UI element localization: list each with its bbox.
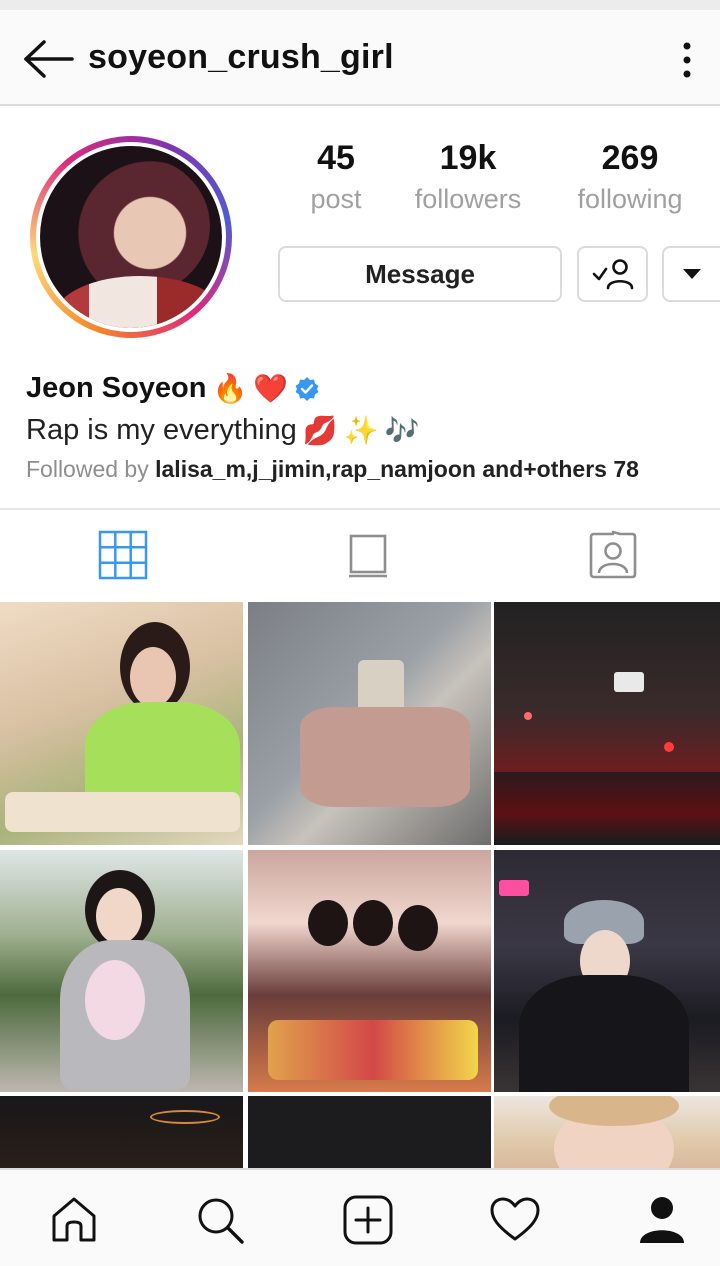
post-thumbnail[interactable] bbox=[0, 1096, 243, 1172]
followed-by-prefix: Followed by bbox=[26, 456, 149, 482]
bio-text: Rap is my everything bbox=[26, 414, 297, 446]
grid-icon bbox=[98, 530, 148, 580]
tab-grid[interactable] bbox=[98, 530, 148, 580]
following-button[interactable] bbox=[577, 246, 648, 302]
profile-name: Jeon Soyeon bbox=[26, 372, 207, 404]
add-post-icon bbox=[343, 1195, 393, 1245]
followed-by-names: lalisa_m,j_jimin,rap_namjoon and+others … bbox=[155, 456, 639, 482]
tagged-icon bbox=[589, 530, 637, 579]
verified-badge-icon bbox=[295, 376, 319, 401]
posts-grid bbox=[0, 602, 720, 1172]
stat-followers[interactable]: 19k followers bbox=[400, 138, 536, 215]
profile-name-row: Jeon Soyeon 🔥 ❤️ bbox=[26, 372, 320, 405]
following-check-icon bbox=[592, 259, 633, 290]
nav-profile[interactable] bbox=[636, 1194, 688, 1246]
profile-username-title: soyeon_crush_girl bbox=[88, 38, 394, 76]
posts-label: post bbox=[310, 184, 362, 214]
nav-home[interactable] bbox=[48, 1194, 100, 1246]
post-thumbnail[interactable] bbox=[0, 602, 243, 845]
message-button[interactable]: Message bbox=[278, 246, 562, 302]
nav-add-post[interactable] bbox=[342, 1194, 394, 1246]
followed-by-text[interactable]: Followed by lalisa_m,j_jimin,rap_namjoon… bbox=[26, 456, 639, 483]
followers-count: 19k bbox=[439, 139, 497, 177]
fire-emoji: 🔥 bbox=[212, 372, 248, 404]
top-app-bar: soyeon_crush_girl bbox=[0, 10, 720, 106]
status-bar bbox=[0, 0, 720, 10]
back-button[interactable] bbox=[20, 36, 76, 82]
tab-tagged[interactable] bbox=[588, 530, 638, 580]
more-vertical-icon bbox=[683, 42, 691, 78]
bottom-navigation bbox=[0, 1168, 720, 1266]
profile-avatar bbox=[40, 146, 222, 328]
chevron-down-icon bbox=[683, 269, 701, 279]
suggestions-dropdown-button[interactable] bbox=[662, 246, 720, 302]
posts-count: 45 bbox=[317, 139, 355, 177]
post-thumbnail[interactable] bbox=[494, 850, 720, 1092]
tab-igtv[interactable] bbox=[343, 530, 393, 580]
post-thumbnail[interactable] bbox=[494, 1096, 720, 1172]
profile-screen: soyeon_crush_girl 45 post 19k followers … bbox=[0, 0, 720, 1266]
followers-label: followers bbox=[414, 184, 522, 214]
profile-tabs bbox=[0, 508, 720, 600]
stat-posts[interactable]: 45 post bbox=[296, 138, 376, 215]
post-thumbnail[interactable] bbox=[0, 850, 243, 1092]
home-icon bbox=[52, 1197, 96, 1242]
profile-bio: Rap is my everything 💋 ✨ 🎶 bbox=[26, 414, 419, 447]
profile-header: 45 post 19k followers 269 following Mess… bbox=[0, 108, 720, 508]
post-thumbnail[interactable] bbox=[248, 602, 491, 845]
arrow-left-icon bbox=[24, 40, 74, 78]
heart-icon bbox=[490, 1197, 540, 1241]
music-notes-emoji: 🎶 bbox=[384, 414, 420, 446]
profile-icon bbox=[640, 1197, 684, 1243]
more-options-button[interactable] bbox=[672, 38, 702, 82]
story-ring[interactable] bbox=[30, 136, 232, 338]
following-label: following bbox=[577, 184, 683, 214]
following-count: 269 bbox=[601, 139, 659, 177]
post-thumbnail[interactable] bbox=[248, 850, 491, 1092]
search-icon bbox=[198, 1198, 244, 1244]
post-thumbnail[interactable] bbox=[248, 1096, 491, 1172]
sparkles-emoji: ✨ bbox=[343, 414, 379, 446]
nav-search[interactable] bbox=[194, 1194, 246, 1246]
kiss-emoji: 💋 bbox=[302, 414, 338, 446]
post-thumbnail[interactable] bbox=[494, 602, 720, 845]
igtv-icon bbox=[349, 534, 387, 578]
stat-following[interactable]: 269 following bbox=[566, 138, 694, 215]
nav-activity[interactable] bbox=[489, 1194, 541, 1246]
heart-emoji: ❤️ bbox=[253, 372, 289, 404]
